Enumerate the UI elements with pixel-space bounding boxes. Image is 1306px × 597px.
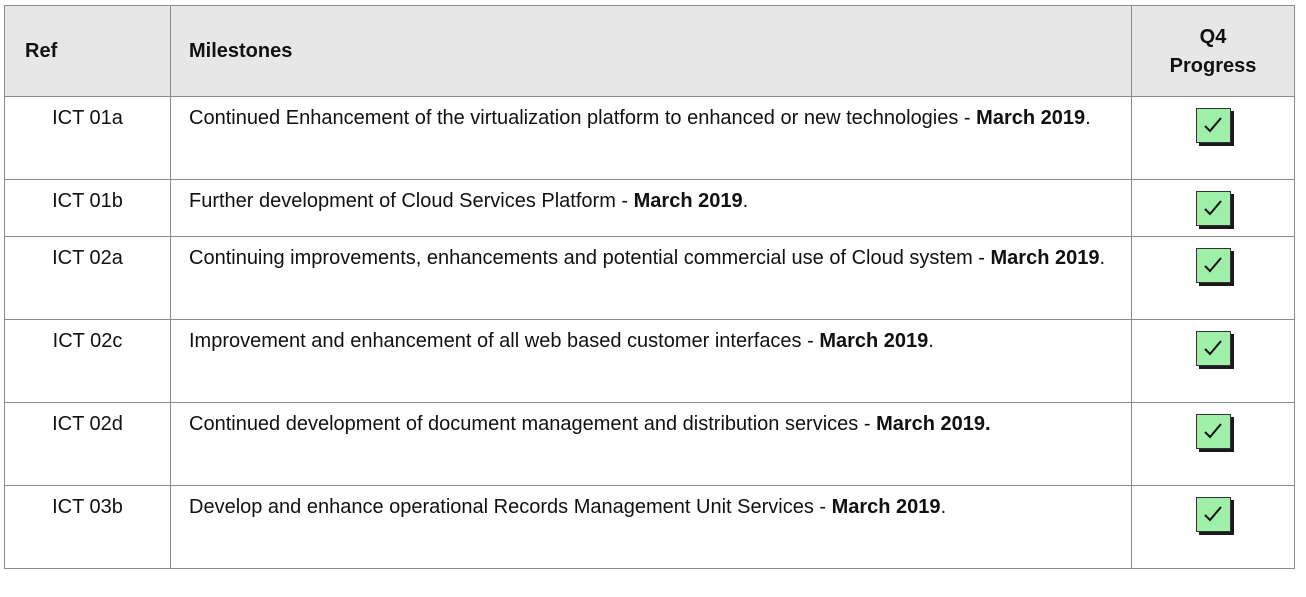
milestone-text: Continuing improvements, enhancements an… [189,247,991,269]
row-ref: ICT 02d [4,402,171,486]
milestone-text: Develop and enhance operational Records … [189,496,832,518]
complete-check-icon [1195,191,1231,226]
milestone-date: March 2019 [633,190,743,212]
milestone-trail: . [1099,247,1106,269]
row-ref: ICT 01a [4,96,171,180]
row-ref: ICT 02a [4,236,171,320]
row-progress [1131,96,1295,180]
milestone-trail: . [742,190,749,212]
milestone-trail: . [928,330,934,352]
milestone-date: March 2019. [876,413,991,435]
row-milestone: Improvement and enhancement of all web b… [170,319,1132,403]
row-milestone: Continued development of document manage… [170,402,1132,486]
row-milestone: Further development of Cloud Services Pl… [170,179,1132,237]
complete-check-icon [1195,108,1231,143]
table-row: ICT 01a Continued Enhancement of the vir… [4,96,1295,180]
table-row: ICT 02a Continuing improvements, enhance… [4,236,1295,320]
row-milestone: Develop and enhance operational Records … [170,485,1132,569]
milestone-date: March 2019 [819,330,929,352]
row-progress [1131,236,1295,320]
row-progress [1131,485,1295,569]
table-row: ICT 02d Continued development of documen… [4,402,1295,486]
ref-header: Ref [4,5,171,97]
milestone-text: Continued development of document manage… [189,413,877,435]
progress-header-line1: Q4 [1199,25,1227,48]
milestone-trail: . [1085,107,1091,129]
milestones-table: Ref Milestones Q4 Progress ICT 01a Conti… [4,5,1295,569]
row-progress [1131,319,1295,403]
complete-check-icon [1195,414,1231,449]
row-ref: ICT 02c [4,319,171,403]
complete-check-icon [1195,331,1231,366]
complete-check-icon [1195,248,1231,283]
milestone-date: March 2019 [976,107,1086,129]
progress-header: Q4 Progress [1131,5,1295,97]
milestone-trail: . [940,496,947,518]
table-row: ICT 01b Further development of Cloud Ser… [4,179,1295,237]
milestone-date: March 2019 [831,496,941,518]
milestone-text: Improvement and enhancement of all web b… [189,330,820,352]
header-row: Ref Milestones Q4 Progress [4,5,1295,97]
row-progress [1131,179,1295,237]
table-row: ICT 03b Develop and enhance operational … [4,485,1295,569]
row-milestone: Continuing improvements, enhancements an… [170,236,1132,320]
complete-check-icon [1195,497,1231,532]
row-progress [1131,402,1295,486]
row-milestone: Continued Enhancement of the virtualizat… [170,96,1132,180]
progress-header-line2: Progress [1169,54,1257,77]
milestone-text: Further development of Cloud Services Pl… [189,190,634,212]
milestone-date: March 2019 [990,247,1100,269]
table-row: ICT 02c Improvement and enhancement of a… [4,319,1295,403]
row-ref: ICT 03b [4,485,171,569]
row-ref: ICT 01b [4,179,171,237]
milestone-text: Continued Enhancement of the virtualizat… [189,107,977,129]
milestones-header: Milestones [170,5,1132,97]
